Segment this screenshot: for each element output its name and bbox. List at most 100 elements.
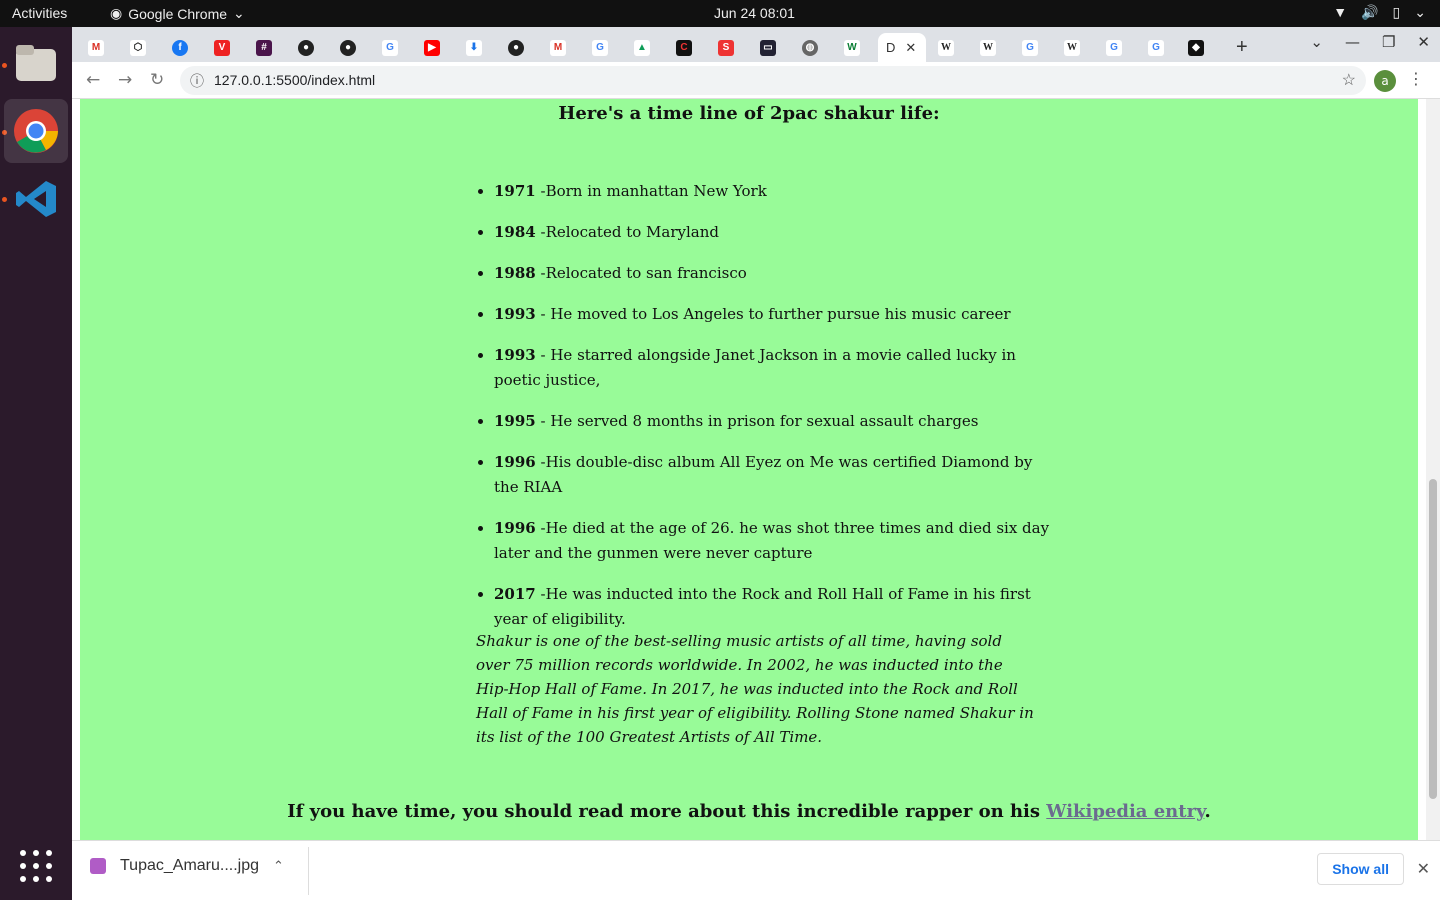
system-clock[interactable]: Jun 24 08:01 [714, 5, 795, 21]
timeline-year: 1993 [494, 305, 536, 323]
tab-search-icon[interactable]: ⌄ [1310, 33, 1323, 51]
back-icon[interactable]: ← [86, 70, 100, 90]
activities-button[interactable]: Activities [12, 5, 67, 21]
gmail-icon: M [88, 39, 104, 56]
timeline-text: - He moved to Los Angeles to further pur… [535, 305, 1011, 323]
tab-app[interactable]: W [836, 33, 860, 62]
app-menu[interactable]: ◉ Google Chrome ⌄ [110, 5, 245, 22]
tab-facebook[interactable]: f [164, 33, 188, 62]
github-icon: ● [340, 39, 356, 56]
google-icon: G [1148, 39, 1164, 56]
tab-app[interactable]: ▭ [752, 33, 776, 62]
vscode-icon [16, 181, 56, 217]
tab-google[interactable]: G [374, 33, 398, 62]
tab-app[interactable]: S [710, 33, 734, 62]
tab-slack[interactable]: # [248, 33, 272, 62]
scrollbar-thumb[interactable] [1429, 479, 1437, 799]
timeline-item: 1995 - He served 8 months in prison for … [494, 409, 1054, 434]
timeline-text: -His double-disc album All Eyez on Me wa… [494, 453, 1033, 496]
reload-icon[interactable]: ↻ [150, 70, 164, 90]
new-tab-button[interactable]: + [1228, 33, 1248, 62]
tab-app[interactable]: ◆ [1180, 33, 1204, 62]
v-logo-icon: V [214, 39, 230, 56]
timeline-text: -Relocated to san francisco [535, 264, 747, 282]
browser-toolbar: ← → ↻ ⓘ 127.0.0.1:5500/index.html ☆ a ⋮ [72, 62, 1440, 99]
close-window-icon[interactable]: ✕ [1417, 33, 1430, 51]
tab-drive[interactable]: ▲ [626, 33, 650, 62]
timeline-item: 1984 -Relocated to Maryland [494, 220, 1054, 245]
timeline-year: 1984 [494, 223, 536, 241]
close-tab-icon[interactable]: ✕ [905, 40, 916, 56]
battery-icon: ▯ [1392, 4, 1401, 20]
codepen-icon: ⬡ [130, 39, 146, 56]
chrome-app[interactable] [4, 99, 68, 163]
tab-github[interactable]: ● [332, 33, 356, 62]
profile-avatar[interactable]: a [1374, 70, 1396, 92]
youtube-icon: ▶ [424, 39, 440, 56]
kebab-menu-icon[interactable]: ⋮ [1408, 69, 1424, 88]
image-file-icon [90, 858, 106, 874]
chevron-down-icon: ⌄ [233, 5, 245, 21]
github-icon: ● [298, 39, 314, 56]
facebook-icon: f [172, 39, 188, 56]
close-shelf-icon[interactable]: ✕ [1417, 859, 1430, 879]
system-top-bar: Activities ◉ Google Chrome ⌄ Jun 24 08:0… [0, 0, 1440, 27]
tab-vivaldi[interactable]: V [206, 33, 230, 62]
chevron-up-icon[interactable]: ⌃ [273, 858, 284, 874]
slack-icon: # [256, 39, 272, 56]
tab-codepen[interactable]: ⬡ [122, 33, 146, 62]
tab-google[interactable]: G [1098, 33, 1122, 62]
wikipedia-icon: W [938, 39, 954, 56]
wikipedia-icon: W [1064, 39, 1080, 56]
show-all-button[interactable]: Show all [1317, 853, 1404, 885]
tab-wikipedia[interactable]: W [930, 33, 954, 62]
timeline-year: 1971 [494, 182, 536, 200]
closing-period: . [1204, 801, 1211, 822]
tab-wikipedia[interactable]: W [1056, 33, 1080, 62]
tab-github[interactable]: ● [290, 33, 314, 62]
timeline-text: -Relocated to Maryland [535, 223, 719, 241]
gmail-icon: M [550, 39, 566, 56]
wikipedia-link[interactable]: Wikipedia entry [1046, 801, 1204, 822]
system-tray[interactable]: ▼ 🔊 ▯ ⌄ [1333, 4, 1426, 21]
site-info-icon[interactable]: ⓘ [190, 71, 204, 91]
tab-app[interactable]: C [668, 33, 692, 62]
timeline-item: 2017 -He was inducted into the Rock and … [494, 582, 1054, 632]
tab-globe[interactable]: ◍ [794, 33, 818, 62]
tab-wikipedia[interactable]: W [972, 33, 996, 62]
timeline-item: 1988 -Relocated to san francisco [494, 261, 1054, 286]
page-scrollbar[interactable] [1426, 99, 1440, 840]
tab-gmail[interactable]: M [542, 33, 566, 62]
vscode-app[interactable] [4, 167, 68, 231]
closing-line: If you have time, you should read more a… [80, 801, 1418, 822]
tab-google[interactable]: G [584, 33, 608, 62]
app-icon: ◆ [1188, 39, 1204, 56]
page-content: Here's a time line of 2pac shakur life: … [80, 99, 1418, 840]
tab-gmail[interactable]: M [80, 33, 104, 62]
google-icon: G [1106, 39, 1122, 56]
folder-icon [16, 45, 56, 81]
tab-download[interactable]: ⬇ [458, 33, 482, 62]
timeline-text: -Born in manhattan New York [535, 182, 767, 200]
url-text[interactable]: 127.0.0.1:5500/index.html [214, 72, 375, 88]
show-applications-icon[interactable] [20, 850, 52, 882]
github-icon: ● [508, 39, 524, 56]
timeline-year: 1993 [494, 346, 536, 364]
tab-google[interactable]: G [1140, 33, 1164, 62]
bookmark-star-icon[interactable]: ☆ [1342, 70, 1356, 90]
tab-github[interactable]: ● [500, 33, 524, 62]
wikipedia-icon: W [980, 39, 996, 56]
timeline-year: 1988 [494, 264, 536, 282]
timeline-year: 2017 [494, 585, 536, 603]
download-item[interactable]: Tupac_Amaru....jpg ⌃ [90, 857, 284, 875]
tab-youtube[interactable]: ▶ [416, 33, 440, 62]
restore-icon[interactable]: ❐ [1382, 33, 1395, 51]
tab-active[interactable]: D ✕ [878, 33, 926, 62]
minimize-icon[interactable]: — [1345, 33, 1360, 51]
files-app[interactable] [4, 31, 68, 95]
forward-icon[interactable]: → [118, 70, 132, 90]
timeline-text: - He served 8 months in prison for sexua… [535, 412, 979, 430]
tab-google[interactable]: G [1014, 33, 1038, 62]
address-bar[interactable]: ⓘ 127.0.0.1:5500/index.html ☆ [180, 66, 1366, 95]
chrome-window: M ⬡ f V # ● ● G ▶ ⬇ ● M G ▲ C S ▭ ◍ W D … [72, 27, 1440, 900]
